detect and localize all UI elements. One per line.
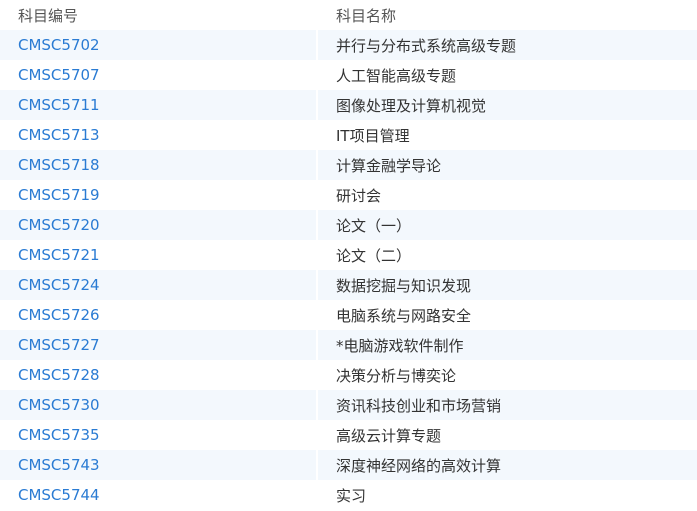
- table-row: CMSC5713 IT项目管理: [0, 120, 697, 150]
- table-row: CMSC5730 资讯科技创业和市场营销: [0, 390, 697, 420]
- course-name: 决策分析与博奕论: [316, 360, 697, 390]
- course-code-link[interactable]: CMSC5718: [0, 150, 316, 180]
- course-name: 人工智能高级专题: [316, 60, 697, 90]
- course-code-link[interactable]: CMSC5735: [0, 420, 316, 450]
- course-table: 科目编号 科目名称 CMSC5702 并行与分布式系统高级专题 CMSC5707…: [0, 0, 697, 510]
- course-name: 资讯科技创业和市场营销: [316, 390, 697, 420]
- table-row: CMSC5726 电脑系统与网路安全: [0, 300, 697, 330]
- course-name: 论文（一）: [316, 210, 697, 240]
- course-code-link[interactable]: CMSC5719: [0, 180, 316, 210]
- table-row: CMSC5718 计算金融学导论: [0, 150, 697, 180]
- course-code-link[interactable]: CMSC5713: [0, 120, 316, 150]
- table-row: CMSC5702 并行与分布式系统高级专题: [0, 30, 697, 60]
- table-row: CMSC5727 *电脑游戏软件制作: [0, 330, 697, 360]
- course-code-link[interactable]: CMSC5727: [0, 330, 316, 360]
- course-name: 并行与分布式系统高级专题: [316, 30, 697, 60]
- course-code-link[interactable]: CMSC5720: [0, 210, 316, 240]
- table-row: CMSC5724 数据挖掘与知识发现: [0, 270, 697, 300]
- course-name: 电脑系统与网路安全: [316, 300, 697, 330]
- course-code-link[interactable]: CMSC5702: [0, 30, 316, 60]
- course-code-link[interactable]: CMSC5744: [0, 480, 316, 510]
- course-name: 图像处理及计算机视觉: [316, 90, 697, 120]
- course-code-link[interactable]: CMSC5728: [0, 360, 316, 390]
- course-name: 论文（二）: [316, 240, 697, 270]
- course-name: 高级云计算专题: [316, 420, 697, 450]
- course-name: 研讨会: [316, 180, 697, 210]
- course-name: 深度神经网络的高效计算: [316, 450, 697, 480]
- course-name: 数据挖掘与知识发现: [316, 270, 697, 300]
- course-code-link[interactable]: CMSC5743: [0, 450, 316, 480]
- course-name: 实习: [316, 480, 697, 510]
- header-course-name: 科目名称: [316, 0, 697, 30]
- table-row: CMSC5744 实习: [0, 480, 697, 510]
- table-row: CMSC5735 高级云计算专题: [0, 420, 697, 450]
- header-course-code: 科目编号: [18, 6, 79, 25]
- table-row: CMSC5719 研讨会: [0, 180, 697, 210]
- table-row: CMSC5728 决策分析与博奕论: [0, 360, 697, 390]
- course-code-link[interactable]: CMSC5707: [0, 60, 316, 90]
- table-header: 科目编号 科目名称: [0, 0, 697, 30]
- table-row: CMSC5743 深度神经网络的高效计算: [0, 450, 697, 480]
- table-row: CMSC5720 论文（一）: [0, 210, 697, 240]
- table-row: CMSC5707 人工智能高级专题: [0, 60, 697, 90]
- course-code-link[interactable]: CMSC5730: [0, 390, 316, 420]
- course-name: *电脑游戏软件制作: [316, 330, 697, 360]
- table-row: CMSC5721 论文（二）: [0, 240, 697, 270]
- course-name: 计算金融学导论: [316, 150, 697, 180]
- course-name: IT项目管理: [316, 120, 697, 150]
- course-code-link[interactable]: CMSC5724: [0, 270, 316, 300]
- course-code-link[interactable]: CMSC5726: [0, 300, 316, 330]
- table-row: CMSC5711 图像处理及计算机视觉: [0, 90, 697, 120]
- course-code-link[interactable]: CMSC5711: [0, 90, 316, 120]
- course-code-link[interactable]: CMSC5721: [0, 240, 316, 270]
